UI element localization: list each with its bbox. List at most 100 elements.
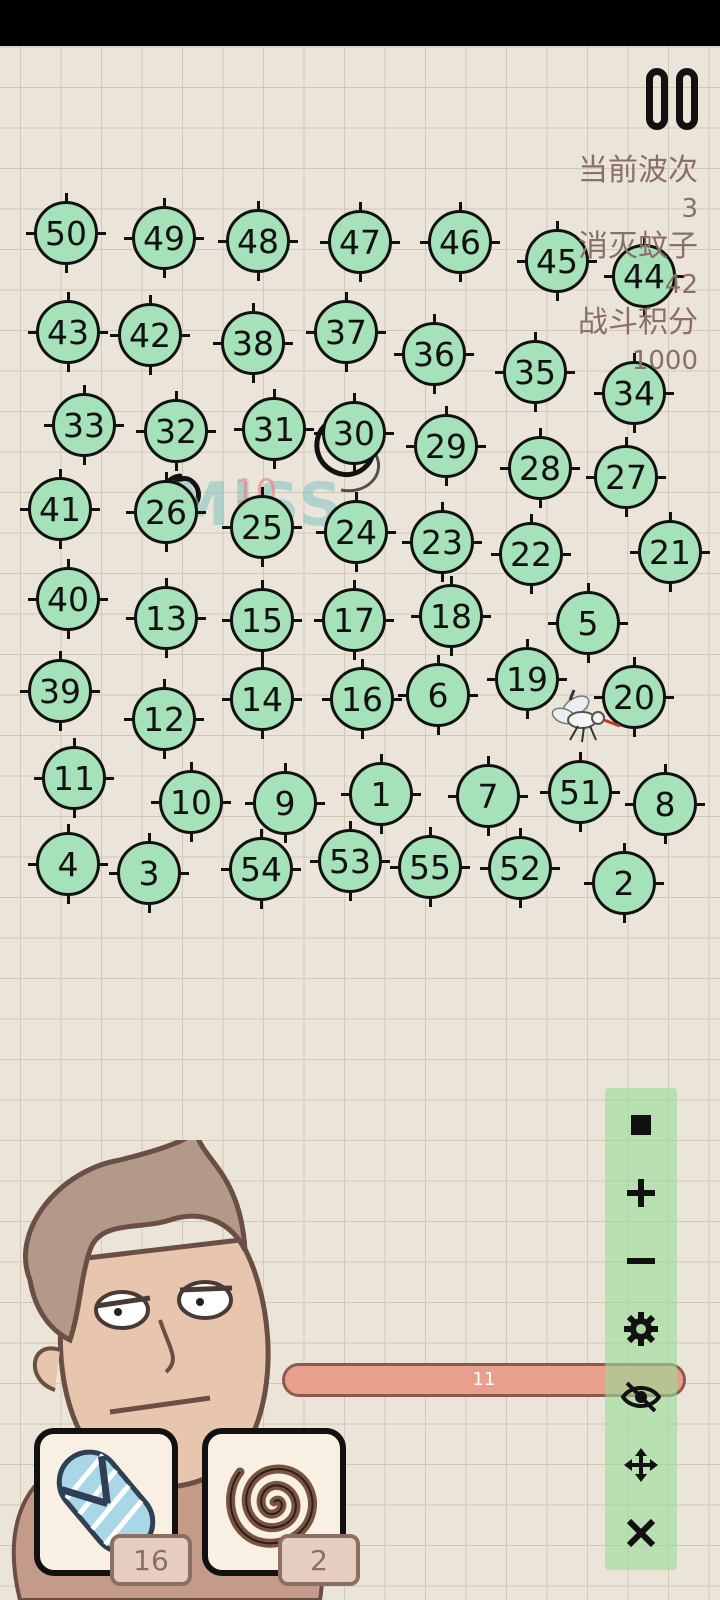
- mosquito-target[interactable]: 2: [584, 843, 664, 923]
- mosquito-target[interactable]: 18: [411, 576, 491, 656]
- mosquito-target[interactable]: 54: [221, 829, 301, 909]
- mosquito-target[interactable]: 22: [491, 514, 571, 594]
- mosquito-target[interactable]: 29: [406, 406, 486, 486]
- target-number: 55: [398, 835, 462, 899]
- mosquito-target[interactable]: 21: [630, 512, 710, 592]
- mosquito-target[interactable]: 46: [420, 202, 500, 282]
- mosquito-target[interactable]: 6: [398, 655, 478, 735]
- mosquito-target[interactable]: 49: [124, 198, 204, 278]
- slipper-item[interactable]: 16: [34, 1428, 192, 1586]
- target-number: 47: [328, 210, 392, 274]
- target-number: 50: [34, 201, 98, 265]
- mosquito-target[interactable]: 25: [222, 487, 302, 567]
- target-number: 46: [428, 210, 492, 274]
- mosquito-target[interactable]: 27: [586, 437, 666, 517]
- target-number: 8: [633, 772, 697, 836]
- mosquito-target[interactable]: 10: [151, 762, 231, 842]
- target-number: 40: [36, 567, 100, 631]
- mosquito-target[interactable]: 14: [222, 659, 302, 739]
- target-number: 41: [28, 477, 92, 541]
- mosquito-target[interactable]: 11: [34, 738, 114, 818]
- score-label: 战斗积分: [578, 305, 698, 340]
- mosquito-target[interactable]: 17: [314, 580, 394, 660]
- mosquito-target[interactable]: 48: [218, 201, 298, 281]
- target-number: 42: [118, 303, 182, 367]
- mosquito-target[interactable]: 38: [213, 303, 293, 383]
- mosquito-target[interactable]: 55: [390, 827, 470, 907]
- mosquito-target[interactable]: 51: [540, 752, 620, 832]
- coil-count: 2: [278, 1534, 360, 1586]
- hide-button[interactable]: [605, 1366, 677, 1428]
- mosquito-target[interactable]: 39: [20, 651, 100, 731]
- mosquito-target[interactable]: 36: [394, 314, 474, 394]
- mosquito-target[interactable]: 37: [306, 292, 386, 372]
- target-number: 36: [402, 322, 466, 386]
- kills-value: 42: [664, 270, 698, 300]
- gear-icon: [624, 1312, 658, 1346]
- mosquito-target[interactable]: 12: [124, 679, 204, 759]
- mosquito-target[interactable]: 28: [500, 428, 580, 508]
- mosquito-target[interactable]: 13: [126, 578, 206, 658]
- coil-item[interactable]: 2: [202, 1428, 360, 1586]
- mosquito-target[interactable]: 52: [480, 828, 560, 908]
- stop-button[interactable]: [605, 1094, 677, 1156]
- mosquito-target[interactable]: 50: [26, 193, 106, 273]
- pause-icon-bar: [676, 68, 698, 130]
- mosquito-target[interactable]: 16: [322, 659, 402, 739]
- mosquito-target[interactable]: 26: [126, 472, 206, 552]
- mosquito-target[interactable]: 43: [28, 292, 108, 372]
- mosquito-target[interactable]: 32: [136, 391, 216, 471]
- target-number: 37: [314, 300, 378, 364]
- mosquito-target[interactable]: 23: [402, 502, 482, 582]
- target-number: 17: [322, 588, 386, 652]
- mosquito-target[interactable]: 3: [109, 833, 189, 913]
- wave-label: 当前波次: [578, 153, 698, 188]
- target-number: 6: [406, 663, 470, 727]
- settings-button[interactable]: [605, 1298, 677, 1360]
- target-number: 24: [324, 500, 388, 564]
- target-number: 28: [508, 436, 572, 500]
- target-number: 26: [134, 480, 198, 544]
- pause-button[interactable]: [646, 68, 702, 130]
- mosquito-target[interactable]: 47: [320, 202, 400, 282]
- move-icon: [624, 1448, 658, 1482]
- close-button[interactable]: [605, 1502, 677, 1564]
- mosquito-target[interactable]: 24: [316, 492, 396, 572]
- mosquito-target[interactable]: 53: [310, 821, 390, 901]
- mosquito-target[interactable]: 42: [110, 295, 190, 375]
- mosquito-target[interactable]: 33: [44, 385, 124, 465]
- minus-icon: [627, 1258, 655, 1264]
- slipper-count: 16: [110, 1534, 192, 1586]
- score-value: 1000: [631, 346, 698, 376]
- target-number: 49: [132, 206, 196, 270]
- status-bar: [0, 0, 720, 46]
- mosquito-target[interactable]: 31: [234, 389, 314, 469]
- target-number: 52: [488, 836, 552, 900]
- target-number: 54: [229, 837, 293, 901]
- target-number: 7: [456, 764, 520, 828]
- target-number: 10: [159, 770, 223, 834]
- mosquito-target[interactable]: 4: [28, 824, 108, 904]
- target-number: 25: [230, 495, 294, 559]
- mosquito-target[interactable]: 7: [448, 756, 528, 836]
- target-number: 22: [499, 522, 563, 586]
- mosquito-sprite: [551, 689, 621, 743]
- target-number: 33: [52, 393, 116, 457]
- mosquito-target[interactable]: 35: [495, 332, 575, 412]
- mosquito-target[interactable]: 8: [625, 764, 705, 844]
- plus-icon: [627, 1179, 655, 1207]
- eye-off-icon: [621, 1381, 661, 1413]
- zoom-in-button[interactable]: [605, 1162, 677, 1224]
- target-number: 53: [318, 829, 382, 893]
- mosquito-target[interactable]: 30: [314, 393, 394, 473]
- mosquito-target[interactable]: 41: [20, 469, 100, 549]
- mosquito-target[interactable]: 15: [222, 580, 302, 660]
- hud-stats: 当前波次 3 消灭蚊子 42 战斗积分 1000: [578, 152, 698, 380]
- mosquito-target[interactable]: 40: [28, 559, 108, 639]
- target-number: 21: [638, 520, 702, 584]
- zoom-out-button[interactable]: [605, 1230, 677, 1292]
- target-number: 11: [42, 746, 106, 810]
- target-number: 39: [28, 659, 92, 723]
- move-button[interactable]: [605, 1434, 677, 1496]
- target-number: 51: [548, 760, 612, 824]
